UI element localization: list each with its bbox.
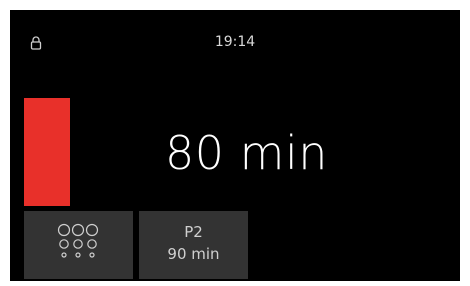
duration-display[interactable]: 80 min <box>165 130 328 176</box>
program-button[interactable]: P2 90 min <box>139 211 248 279</box>
clock-time: 19:14 <box>214 34 256 50</box>
burner-selector-button[interactable] <box>24 211 133 279</box>
device-screen: 19:14 80 min P2 90 min <box>10 10 460 281</box>
burner-grid-icon <box>57 223 99 258</box>
timer-progress-bar <box>24 98 70 206</box>
program-label: P2 <box>184 223 203 241</box>
program-time: 90 min <box>167 245 220 263</box>
